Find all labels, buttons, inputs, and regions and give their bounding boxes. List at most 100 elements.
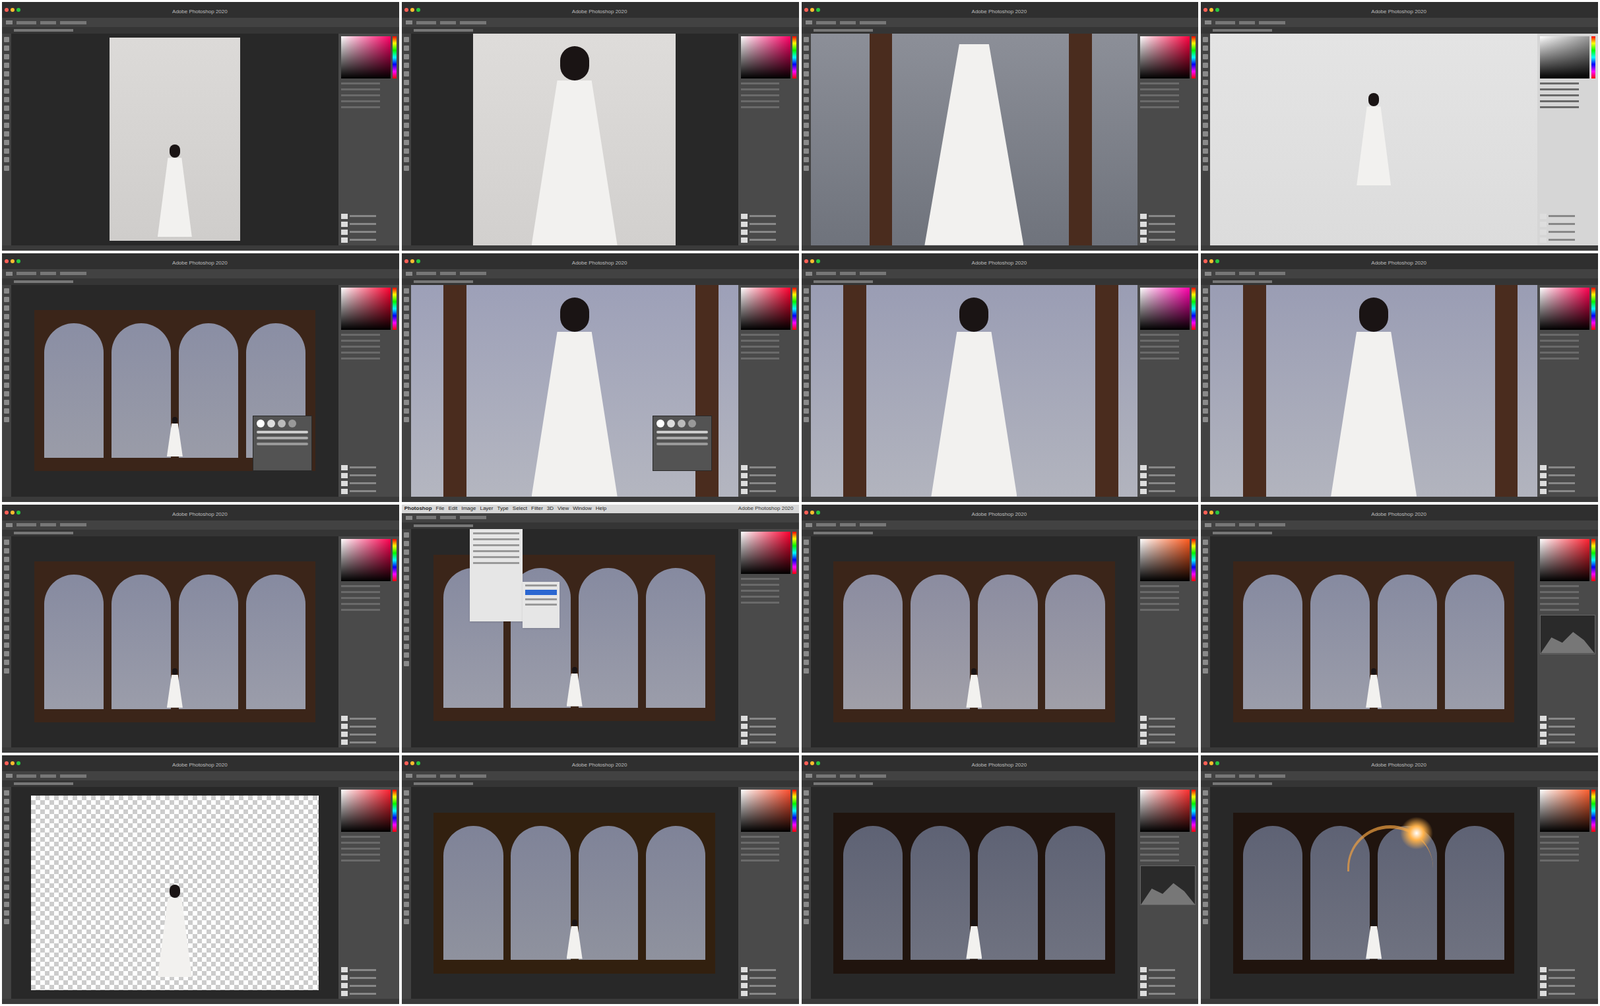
canvas-area[interactable] <box>1210 536 1538 749</box>
layer-row[interactable] <box>1539 465 1596 471</box>
curves-graph[interactable] <box>1539 614 1596 655</box>
color-picker[interactable] <box>1539 36 1590 79</box>
layer-row[interactable] <box>341 983 397 989</box>
color-picker[interactable] <box>740 36 791 79</box>
layer-row[interactable] <box>740 975 797 981</box>
layer-row[interactable] <box>1539 480 1596 487</box>
document-tab[interactable] <box>1200 529 1599 537</box>
layer-row[interactable] <box>1539 715 1596 722</box>
canvas-area[interactable] <box>1210 285 1538 497</box>
color-picker[interactable] <box>1539 539 1590 582</box>
layer-row[interactable] <box>1539 975 1596 981</box>
canvas-area[interactable] <box>1210 787 1538 999</box>
layer-row[interactable] <box>1140 465 1196 471</box>
document-tab[interactable] <box>1 529 400 537</box>
hue-slider[interactable] <box>792 36 797 79</box>
layer-row[interactable] <box>1140 739 1196 745</box>
hue-slider[interactable] <box>392 287 397 330</box>
menu-item[interactable]: Image <box>461 504 476 513</box>
document-tab[interactable] <box>801 529 1199 537</box>
layer-row[interactable] <box>341 237 397 243</box>
layer-row[interactable] <box>740 213 797 220</box>
color-picker[interactable] <box>341 539 391 582</box>
layer-row[interactable] <box>1140 480 1196 487</box>
document-tab[interactable] <box>1 780 400 788</box>
layer-row[interactable] <box>1539 991 1596 997</box>
document-tab[interactable] <box>401 27 800 34</box>
layer-row[interactable] <box>1140 723 1196 730</box>
canvas-area[interactable] <box>11 536 339 749</box>
color-picker[interactable] <box>740 531 791 575</box>
document-tab[interactable] <box>801 278 1199 286</box>
hue-slider[interactable] <box>1591 287 1596 330</box>
color-picker[interactable] <box>1539 287 1590 330</box>
color-picker[interactable] <box>1140 36 1190 79</box>
layer-row[interactable] <box>1539 213 1596 220</box>
document-tab[interactable] <box>1 27 400 34</box>
toolbar[interactable] <box>801 787 811 999</box>
canvas-area[interactable] <box>11 33 339 246</box>
layer-row[interactable] <box>1140 731 1196 737</box>
layer-row[interactable] <box>740 967 797 973</box>
document-tab[interactable] <box>1200 780 1599 788</box>
layer-row[interactable] <box>740 731 797 737</box>
toolbar[interactable] <box>401 529 412 749</box>
layer-row[interactable] <box>1539 739 1596 745</box>
layer-row[interactable] <box>1140 221 1196 227</box>
menu-item[interactable]: Edit <box>448 504 458 513</box>
layer-row[interactable] <box>1539 473 1596 479</box>
hue-slider[interactable] <box>1191 539 1196 582</box>
hue-slider[interactable] <box>392 36 397 79</box>
layer-row[interactable] <box>1539 983 1596 989</box>
toolbar[interactable] <box>801 285 811 497</box>
layer-row[interactable] <box>740 723 797 730</box>
layer-row[interactable] <box>1539 221 1596 227</box>
layer-row[interactable] <box>1539 237 1596 243</box>
toolbar[interactable] <box>401 285 412 497</box>
menu-item[interactable]: 3D <box>546 504 554 513</box>
color-picker[interactable] <box>1140 789 1190 832</box>
color-picker[interactable] <box>740 287 791 330</box>
layer-row[interactable] <box>740 739 797 745</box>
canvas-area[interactable] <box>810 536 1139 749</box>
menu-item[interactable]: Filter <box>531 504 544 513</box>
layer-row[interactable] <box>341 221 397 227</box>
toolbar[interactable] <box>801 33 811 246</box>
canvas-area[interactable] <box>411 33 739 246</box>
layer-row[interactable] <box>341 213 397 220</box>
canvas-area[interactable] <box>11 285 339 497</box>
layer-row[interactable] <box>341 723 397 730</box>
hue-slider[interactable] <box>1591 789 1596 832</box>
layer-row[interactable] <box>740 480 797 487</box>
layer-row[interactable] <box>1140 229 1196 235</box>
layer-row[interactable] <box>1539 723 1596 730</box>
layer-row[interactable] <box>1140 715 1196 722</box>
menu-item[interactable]: Window <box>572 504 592 513</box>
hue-slider[interactable] <box>1191 789 1196 832</box>
layer-row[interactable] <box>341 739 397 745</box>
color-picker[interactable] <box>341 36 391 79</box>
toolbar[interactable] <box>1200 787 1211 999</box>
color-picker[interactable] <box>1140 539 1190 582</box>
hue-slider[interactable] <box>792 287 797 330</box>
layer-row[interactable] <box>341 473 397 479</box>
hue-slider[interactable] <box>392 789 397 832</box>
hue-slider[interactable] <box>1191 287 1196 330</box>
document-tab[interactable] <box>401 278 800 286</box>
layer-row[interactable] <box>1140 983 1196 989</box>
layer-row[interactable] <box>341 229 397 235</box>
menu-item[interactable]: View <box>557 504 569 513</box>
hue-slider[interactable] <box>1591 539 1596 582</box>
document-tab[interactable] <box>801 27 1199 34</box>
toolbar[interactable] <box>401 33 412 246</box>
layer-row[interactable] <box>1140 213 1196 220</box>
canvas-area[interactable] <box>411 787 739 999</box>
menu-item[interactable]: File <box>436 504 445 513</box>
brush-picker-popup[interactable] <box>252 415 313 472</box>
hue-slider[interactable] <box>1191 36 1196 79</box>
layer-row[interactable] <box>1140 488 1196 495</box>
layer-row[interactable] <box>740 983 797 989</box>
color-picker[interactable] <box>341 287 391 330</box>
canvas-area[interactable] <box>810 285 1139 497</box>
toolbar[interactable] <box>1 33 12 246</box>
